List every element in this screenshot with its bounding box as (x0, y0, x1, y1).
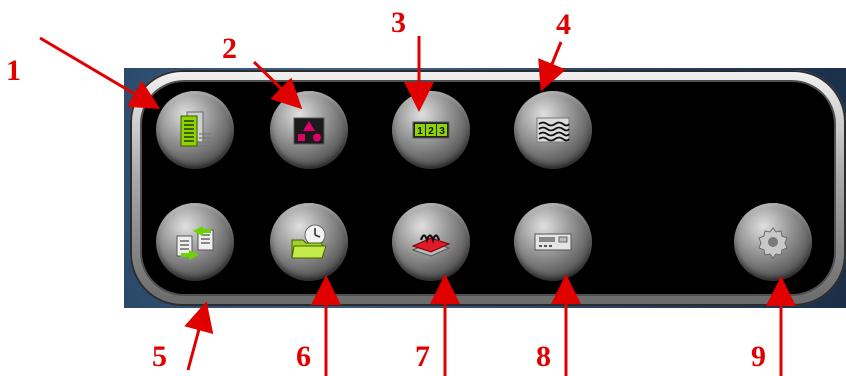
callout-label-1: 1 (6, 54, 21, 87)
callout-arrow-2 (252, 60, 303, 110)
callout-arrow-5 (184, 301, 214, 371)
callout-label-4: 4 (556, 8, 571, 41)
callout-label-6: 6 (296, 340, 311, 373)
callout-label-5: 5 (152, 340, 167, 373)
callout-label-7: 7 (415, 340, 430, 373)
callout-arrows (39, 36, 796, 376)
callout-label-2: 2 (222, 32, 237, 65)
callout-label-3: 3 (391, 6, 406, 39)
callout-arrow-4 (538, 41, 566, 92)
callout-arrow-1 (39, 36, 161, 110)
callout-label-9: 9 (751, 340, 766, 373)
callout-label-8: 8 (536, 340, 551, 373)
